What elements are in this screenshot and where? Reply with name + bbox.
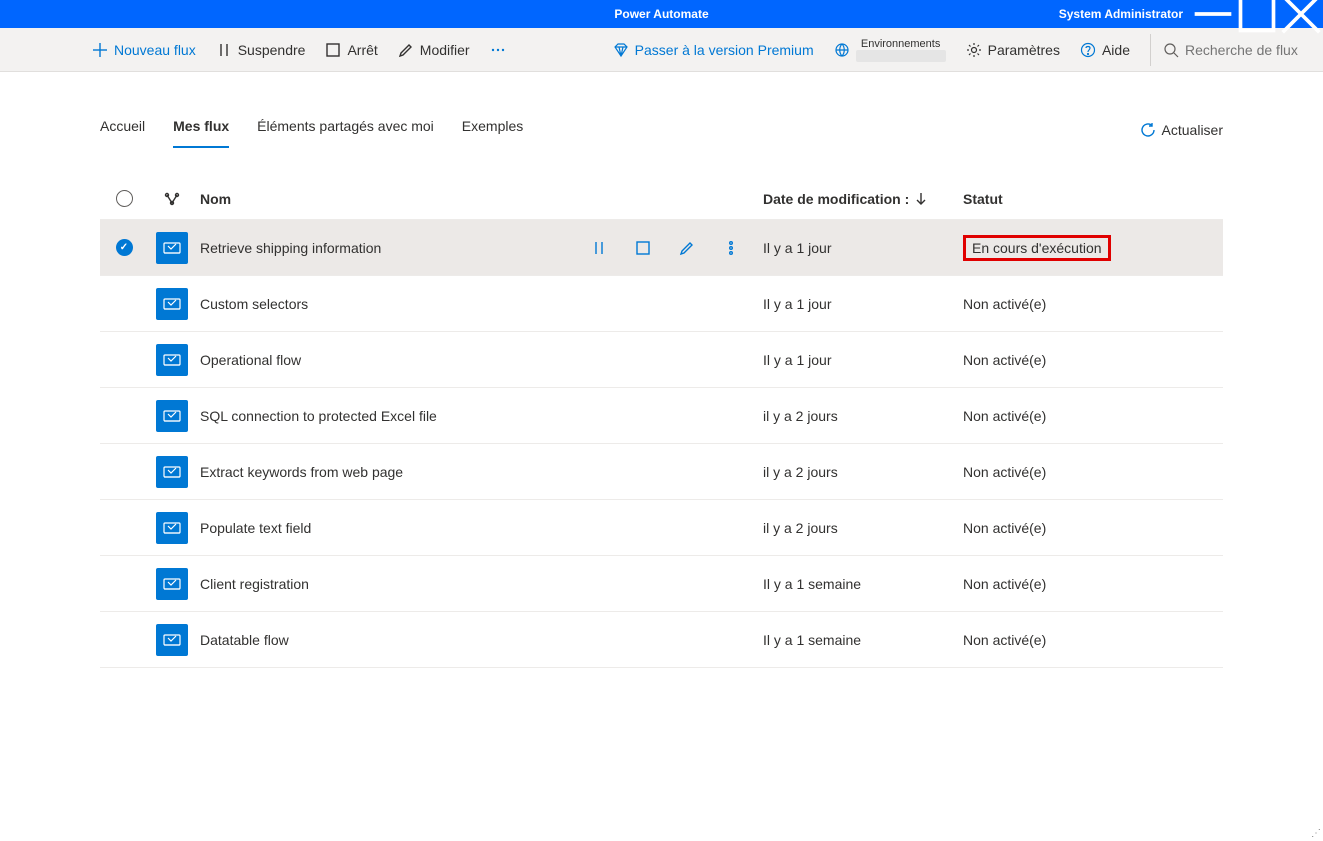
pause-icon[interactable] bbox=[591, 240, 607, 256]
flow-icon bbox=[156, 624, 188, 656]
table-row[interactable]: SQL connection to protected Excel file il… bbox=[100, 388, 1223, 444]
flow-status: Non activé(e) bbox=[963, 296, 1163, 312]
modify-label: Modifier bbox=[420, 42, 470, 58]
flow-date: il y a 2 jours bbox=[763, 520, 963, 536]
env-value bbox=[856, 50, 946, 62]
flow-date: Il y a 1 semaine bbox=[763, 576, 963, 592]
flow-name[interactable]: Client registration bbox=[196, 576, 453, 592]
stop-button[interactable]: Arrêt bbox=[317, 34, 385, 66]
row-checkbox[interactable] bbox=[116, 239, 133, 256]
flow-name[interactable]: SQL connection to protected Excel file bbox=[196, 408, 453, 424]
table-header: Nom Date de modification : Statut bbox=[100, 178, 1223, 220]
titlebar: Power Automate System Administrator bbox=[0, 0, 1323, 28]
flow-icon bbox=[156, 232, 188, 264]
table-row[interactable]: Client registration Il y a 1 semaineNon a… bbox=[100, 556, 1223, 612]
refresh-button[interactable]: Actualiser bbox=[1140, 122, 1223, 138]
flow-icon bbox=[156, 288, 188, 320]
app-title: Power Automate bbox=[614, 7, 708, 21]
flow-icon bbox=[156, 344, 188, 376]
flow-icon bbox=[156, 512, 188, 544]
suspend-label: Suspendre bbox=[238, 42, 306, 58]
flow-name[interactable]: Retrieve shipping information bbox=[196, 240, 453, 256]
flow-date: Il y a 1 jour bbox=[763, 352, 963, 368]
flow-name[interactable]: Custom selectors bbox=[196, 296, 453, 312]
table-row[interactable]: Datatable flow Il y a 1 semaineNon activé… bbox=[100, 612, 1223, 668]
more-button[interactable] bbox=[482, 34, 514, 66]
flow-date: Il y a 1 jour bbox=[763, 240, 963, 256]
flow-status: Non activé(e) bbox=[963, 352, 1163, 368]
stop-icon[interactable] bbox=[635, 240, 651, 256]
premium-button[interactable]: Passer à la version Premium bbox=[605, 34, 822, 66]
content-area: Accueil Mes flux Éléments partagés avec … bbox=[0, 72, 1323, 688]
sort-down-icon bbox=[913, 191, 929, 207]
flow-date: Il y a 1 semaine bbox=[763, 632, 963, 648]
environments-button[interactable]: Environnements bbox=[826, 34, 954, 66]
select-all-checkbox[interactable] bbox=[116, 190, 133, 207]
flow-date: il y a 2 jours bbox=[763, 464, 963, 480]
flow-status: Non activé(e) bbox=[963, 576, 1163, 592]
close-button[interactable] bbox=[1279, 0, 1323, 28]
help-label: Aide bbox=[1102, 42, 1130, 58]
modify-button[interactable]: Modifier bbox=[390, 34, 478, 66]
user-label: System Administrator bbox=[1059, 7, 1183, 21]
tab-examples[interactable]: Exemples bbox=[462, 112, 523, 148]
flow-status: Non activé(e) bbox=[963, 632, 1163, 648]
search-box[interactable] bbox=[1150, 34, 1315, 66]
search-icon bbox=[1163, 42, 1179, 58]
column-date[interactable]: Date de modification : bbox=[763, 191, 963, 207]
edit-icon[interactable] bbox=[679, 240, 695, 256]
flow-name[interactable]: Extract keywords from web page bbox=[196, 464, 453, 480]
flow-status: Non activé(e) bbox=[963, 408, 1163, 424]
more-icon[interactable] bbox=[723, 240, 739, 256]
flows-table: Nom Date de modification : Statut Retrie… bbox=[100, 178, 1223, 668]
flow-icon bbox=[156, 400, 188, 432]
flow-status: Non activé(e) bbox=[963, 520, 1163, 536]
settings-label: Paramètres bbox=[988, 42, 1060, 58]
new-flow-button[interactable]: Nouveau flux bbox=[84, 34, 204, 66]
column-status[interactable]: Statut bbox=[963, 191, 1163, 207]
flow-name[interactable]: Datatable flow bbox=[196, 632, 453, 648]
table-row[interactable]: Populate text field il y a 2 joursNon act… bbox=[100, 500, 1223, 556]
tab-bar: Accueil Mes flux Éléments partagés avec … bbox=[100, 112, 1223, 148]
refresh-icon bbox=[1140, 122, 1156, 138]
table-row[interactable]: Operational flow Il y a 1 jourNon activé(… bbox=[100, 332, 1223, 388]
tab-my-flows[interactable]: Mes flux bbox=[173, 112, 229, 148]
column-name[interactable]: Nom bbox=[196, 191, 453, 207]
refresh-label: Actualiser bbox=[1162, 122, 1223, 138]
commandbar: Nouveau flux Suspendre Arrêt Modifier Pa… bbox=[0, 28, 1323, 72]
flow-icon bbox=[156, 456, 188, 488]
help-button[interactable]: Aide bbox=[1072, 34, 1138, 66]
search-input[interactable] bbox=[1185, 42, 1315, 58]
premium-label: Passer à la version Premium bbox=[635, 42, 814, 58]
minimize-button[interactable] bbox=[1191, 0, 1235, 28]
resize-grip[interactable]: ⋰ bbox=[1311, 828, 1321, 839]
tab-shared[interactable]: Éléments partagés avec moi bbox=[257, 112, 434, 148]
table-row[interactable]: Retrieve shipping information Il y a 1 jo… bbox=[100, 220, 1223, 276]
flow-name[interactable]: Operational flow bbox=[196, 352, 453, 368]
flow-type-icon bbox=[148, 191, 196, 207]
env-label: Environnements bbox=[856, 38, 946, 50]
table-row[interactable]: Extract keywords from web page il y a 2 j… bbox=[100, 444, 1223, 500]
maximize-button[interactable] bbox=[1235, 0, 1279, 28]
tab-home[interactable]: Accueil bbox=[100, 112, 145, 148]
table-row[interactable]: Custom selectors Il y a 1 jourNon activé(… bbox=[100, 276, 1223, 332]
flow-name[interactable]: Populate text field bbox=[196, 520, 453, 536]
flow-date: Il y a 1 jour bbox=[763, 296, 963, 312]
flow-status: Non activé(e) bbox=[963, 464, 1163, 480]
window-buttons bbox=[1191, 0, 1323, 28]
flow-status: En cours d'exécution bbox=[963, 235, 1163, 261]
suspend-button[interactable]: Suspendre bbox=[208, 34, 314, 66]
new-flow-label: Nouveau flux bbox=[114, 42, 196, 58]
flow-date: il y a 2 jours bbox=[763, 408, 963, 424]
stop-label: Arrêt bbox=[347, 42, 377, 58]
settings-button[interactable]: Paramètres bbox=[958, 34, 1068, 66]
flow-icon bbox=[156, 568, 188, 600]
